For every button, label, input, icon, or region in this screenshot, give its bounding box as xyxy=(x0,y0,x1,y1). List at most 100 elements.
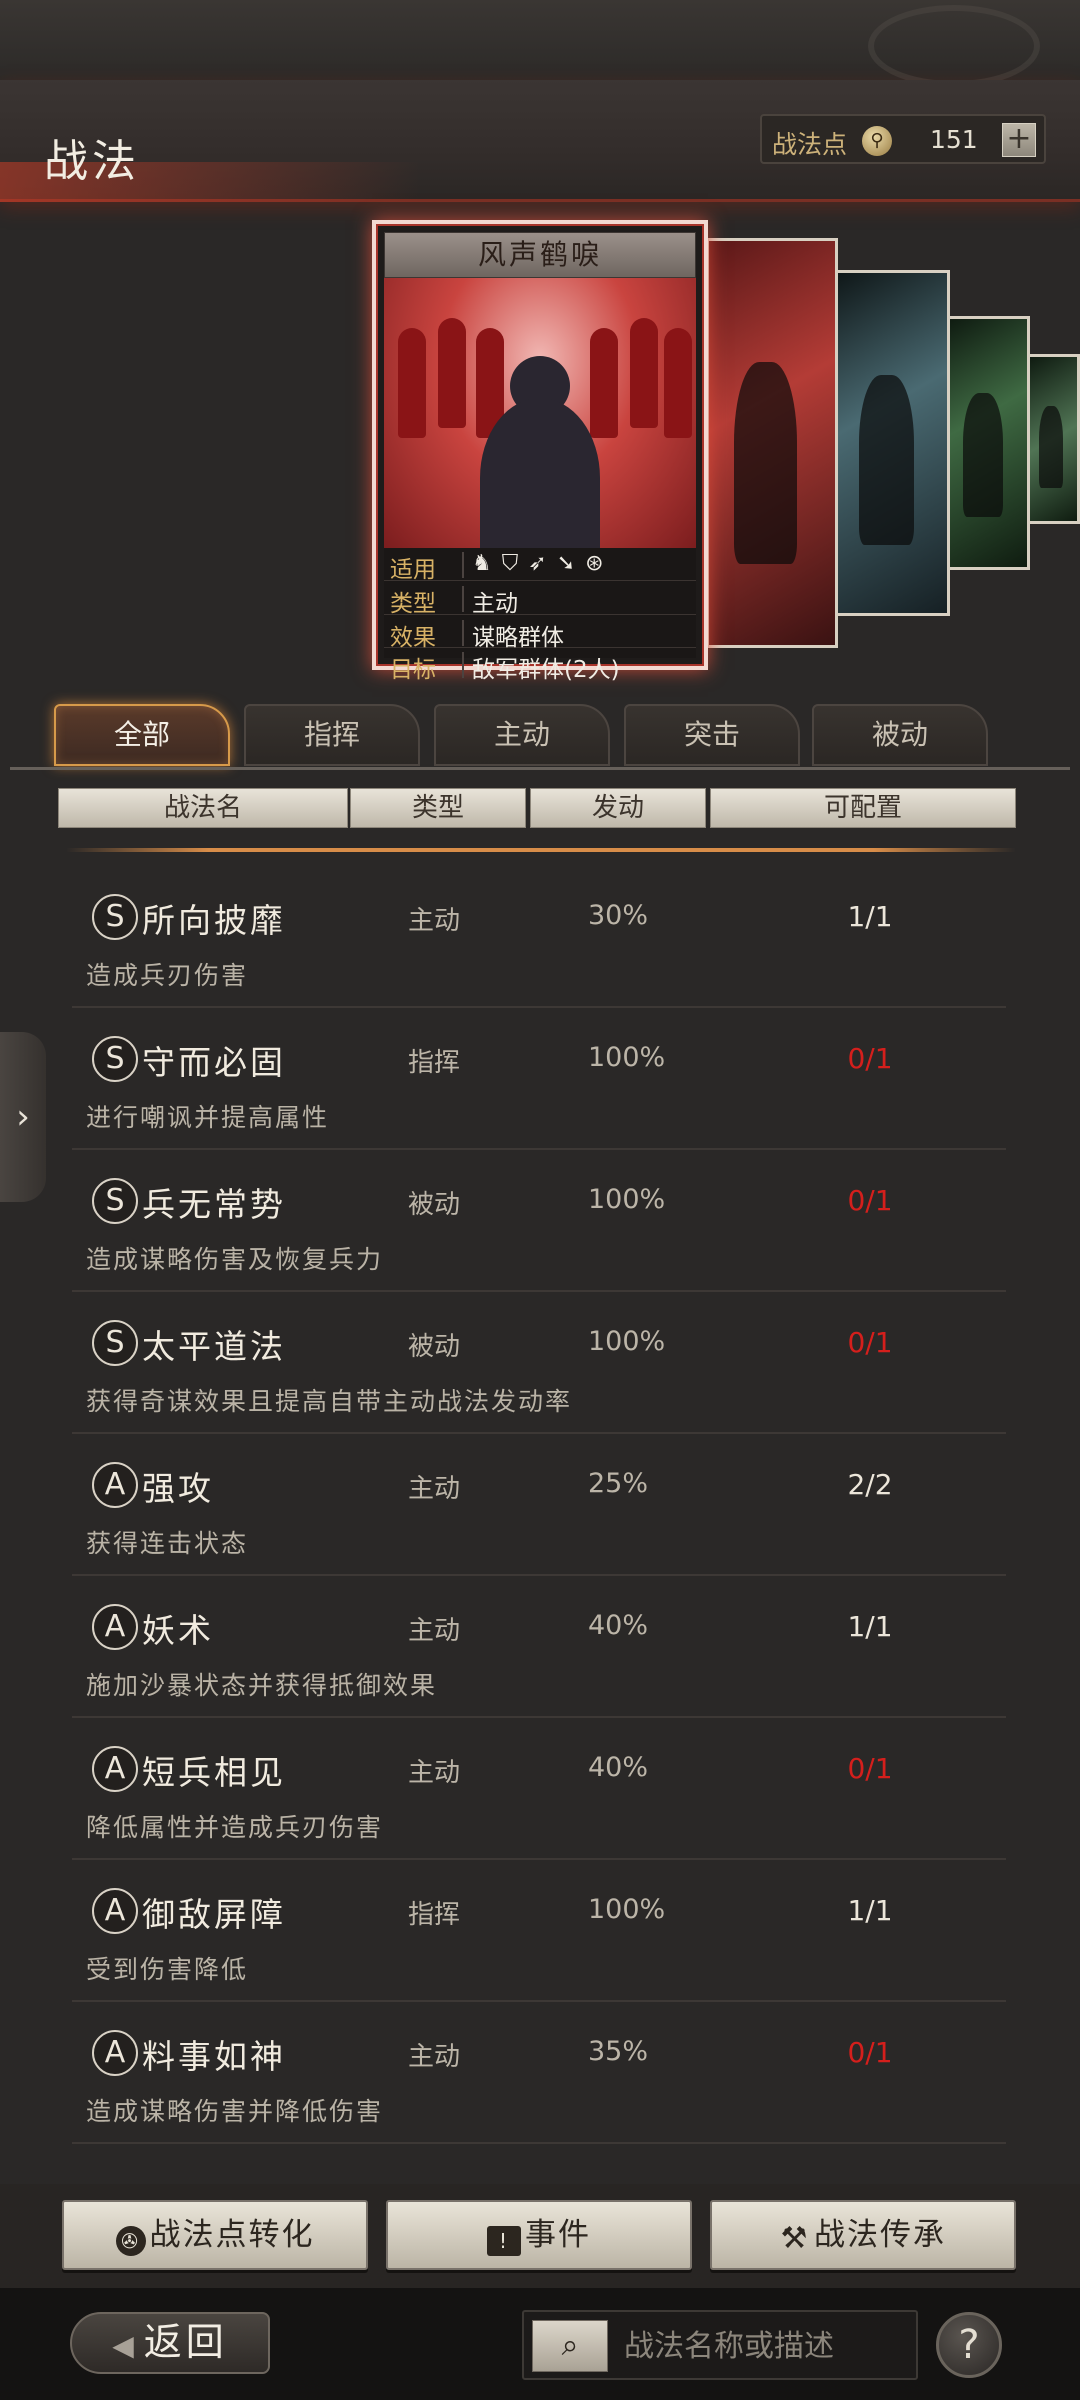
tab-passive[interactable]: 被动 xyxy=(812,704,988,766)
grade-badge: S xyxy=(92,1320,138,1366)
stat-value: 谋略群体 xyxy=(472,625,564,651)
stat-row-target: 目标 敌军群体(2人) xyxy=(384,648,696,683)
skill-rate: 40% xyxy=(588,1610,649,1641)
stat-key: 适用 xyxy=(390,557,436,583)
page-title: 战法 xyxy=(44,136,140,187)
skill-config: 1/1 xyxy=(847,900,893,933)
header-glow-line xyxy=(66,848,1016,852)
stat-key: 类型 xyxy=(390,591,436,617)
tab-command[interactable]: 指挥 xyxy=(244,704,420,766)
events-button[interactable]: ! 事件 xyxy=(386,2200,692,2270)
list-item[interactable]: S 守而必固 指挥 100% 0/1 进行嘲讽并提高属性 xyxy=(72,1008,1006,1150)
grade-badge: A xyxy=(92,1462,138,1508)
column-header-name[interactable]: 战法名 xyxy=(58,788,348,828)
tab-divider xyxy=(10,767,1070,770)
stat-value: 敌军群体(2人) xyxy=(472,657,620,683)
skill-type: 被动 xyxy=(408,1190,461,1220)
stat-key: 目标 xyxy=(390,657,436,683)
stat-value: 主动 xyxy=(472,591,518,617)
skill-name: 短兵相见 xyxy=(142,1753,286,1792)
skill-type: 主动 xyxy=(408,1474,461,1504)
list-item[interactable]: S 兵无常势 被动 100% 0/1 造成谋略伤害及恢复兵力 xyxy=(72,1150,1006,1292)
card-back-1[interactable] xyxy=(706,238,838,648)
skill-name: 强攻 xyxy=(142,1469,214,1508)
skill-rate: 100% xyxy=(588,1326,666,1357)
search-input[interactable] xyxy=(624,2322,910,2370)
side-expand-handle[interactable]: › xyxy=(0,1032,46,1202)
skill-description: 造成谋略伤害及恢复兵力 xyxy=(86,1245,384,1274)
stat-row-type: 类型 主动 xyxy=(384,582,696,617)
top-decoration xyxy=(0,0,1080,87)
featured-skill-card[interactable]: 风声鹤唳 适用 ♞⛉➶➘⊛ 类型 主动 效果 谋略群体 目标 敌军群体(2人) xyxy=(372,220,708,683)
back-button[interactable]: ◀ 返回 xyxy=(70,2312,270,2374)
column-headers: 战法名 类型 发动 可配置 xyxy=(58,788,1020,830)
skill-type: 主动 xyxy=(408,2042,461,2072)
tactic-points-panel: 战法点 ⚲ 151 + xyxy=(760,114,1046,164)
search-box: ⌕ xyxy=(522,2310,918,2380)
bow-icon: ➶ xyxy=(528,551,557,576)
list-item[interactable]: A 妖术 主动 40% 1/1 施加沙暴状态并获得抵御效果 xyxy=(72,1576,1006,1718)
skill-description: 降低属性并造成兵刃伤害 xyxy=(86,1813,384,1842)
inherit-skill-button[interactable]: ⚒ 战法传承 xyxy=(710,2200,1016,2270)
search-button[interactable]: ⌕ xyxy=(532,2320,608,2372)
skill-config: 0/1 xyxy=(847,2036,893,2069)
tactic-points-label: 战法点 xyxy=(772,130,848,159)
tab-active[interactable]: 主动 xyxy=(434,704,610,766)
skill-list[interactable]: S 所向披靡 主动 30% 1/1 造成兵刃伤害 S 守而必固 指挥 100% … xyxy=(0,866,1080,2184)
skill-type: 主动 xyxy=(408,1758,461,1788)
skill-rate: 25% xyxy=(588,1468,649,1499)
skill-name: 料事如神 xyxy=(142,2037,286,2076)
skill-type: 指挥 xyxy=(408,1900,461,1930)
spear-icon: ➘ xyxy=(556,551,586,576)
convert-points-button[interactable]: ✇ 战法点转化 xyxy=(62,2200,368,2270)
help-button[interactable]: ? xyxy=(936,2312,1002,2378)
tactic-points-value: 151 xyxy=(930,125,978,154)
list-item[interactable]: A 料事如神 主动 35% 0/1 造成谋略伤害并降低伤害 xyxy=(72,2002,1006,2144)
add-points-button[interactable]: + xyxy=(1002,123,1036,157)
card-back-3[interactable] xyxy=(944,316,1030,570)
convert-points-label: 战法点转化 xyxy=(149,2217,315,2253)
grade-badge: S xyxy=(92,1178,138,1224)
card-back-4[interactable] xyxy=(1026,354,1080,524)
list-item[interactable]: S 所向披靡 主动 30% 1/1 造成兵刃伤害 xyxy=(72,866,1006,1008)
skill-description: 获得连击状态 xyxy=(86,1529,249,1558)
stat-row-effect: 效果 谋略群体 xyxy=(384,616,696,651)
stat-row-troops: 适用 ♞⛉➶➘⊛ xyxy=(384,548,696,583)
skill-type: 主动 xyxy=(408,1616,461,1646)
list-item[interactable]: S 太平道法 被动 100% 0/1 获得奇谋效果且提高自带主动战法发动率 xyxy=(72,1292,1006,1434)
grade-badge: S xyxy=(92,894,138,940)
card-back-2[interactable] xyxy=(834,270,950,616)
skill-rate: 100% xyxy=(588,1042,666,1073)
skill-config: 0/1 xyxy=(847,1752,893,1785)
skill-name: 太平道法 xyxy=(142,1327,286,1366)
skill-config: 1/1 xyxy=(847,1894,893,1927)
list-item[interactable]: A 御敌屏障 指挥 100% 1/1 受到伤害降低 xyxy=(72,1860,1006,2002)
action-bar: ✇ 战法点转化 ! 事件 ⚒ 战法传承 xyxy=(0,2184,1080,2288)
back-arrow-icon: ◀ xyxy=(112,2329,138,2362)
card-artwork xyxy=(384,278,696,548)
skill-config: 0/1 xyxy=(847,1042,893,1075)
search-icon: ⌕ xyxy=(561,2328,579,2363)
skill-description: 进行嘲讽并提高属性 xyxy=(86,1103,330,1132)
grade-badge: A xyxy=(92,1888,138,1934)
skill-type: 被动 xyxy=(408,1332,461,1362)
footer-bar: ◀返回 ⌕ ? xyxy=(0,2288,1080,2400)
skill-type: 指挥 xyxy=(408,1048,461,1078)
list-item[interactable]: A 强攻 主动 25% 2/2 获得连击状态 xyxy=(72,1434,1006,1576)
grade-badge: A xyxy=(92,1604,138,1650)
grade-badge: S xyxy=(92,1036,138,1082)
hammer-icon: ⚒ xyxy=(780,2221,810,2256)
skill-type: 主动 xyxy=(408,906,461,936)
list-item[interactable]: A 短兵相见 主动 40% 0/1 降低属性并造成兵刃伤害 xyxy=(72,1718,1006,1860)
skill-rate: 100% xyxy=(588,1184,666,1215)
skill-name: 兵无常势 xyxy=(142,1185,286,1224)
column-header-config[interactable]: 可配置 xyxy=(710,788,1016,828)
column-header-type[interactable]: 类型 xyxy=(350,788,526,828)
tab-assault[interactable]: 突击 xyxy=(624,704,800,766)
tab-all[interactable]: 全部 xyxy=(54,704,230,766)
skill-rate: 30% xyxy=(588,900,649,931)
skill-name: 守而必固 xyxy=(142,1043,286,1082)
wheel-icon: ⊛ xyxy=(585,551,614,576)
column-header-rate[interactable]: 发动 xyxy=(530,788,706,828)
skill-config: 1/1 xyxy=(847,1610,893,1643)
